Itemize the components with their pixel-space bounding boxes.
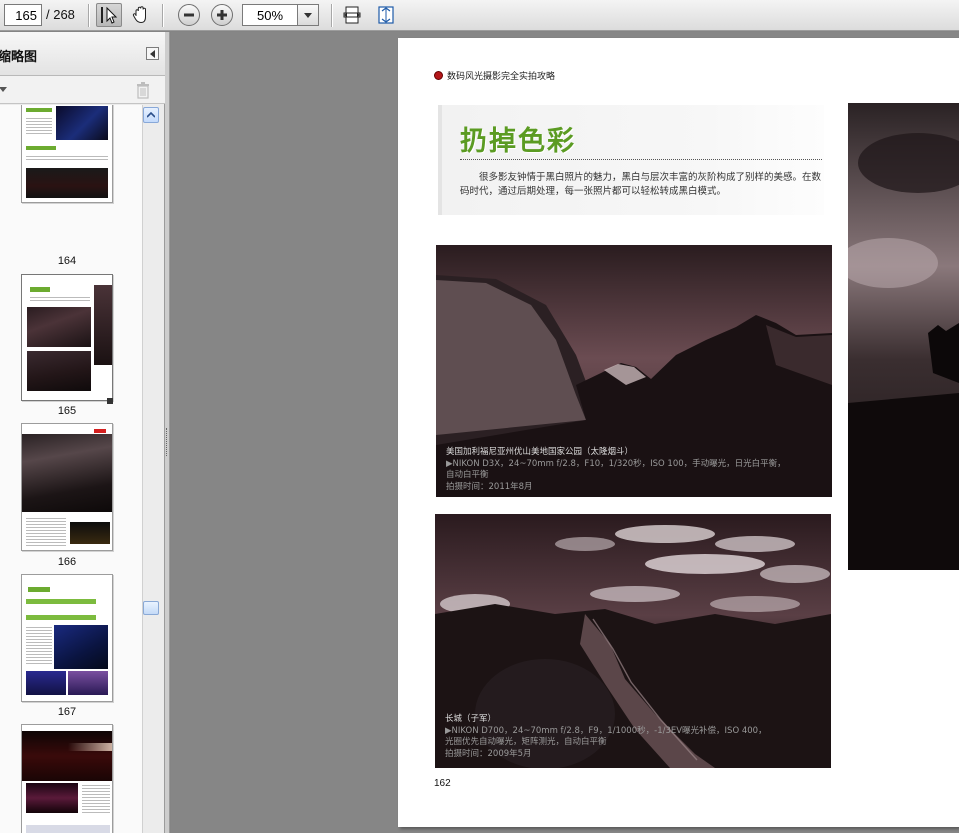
scroll-up-button[interactable] (143, 107, 159, 123)
toolbar-separator (162, 4, 163, 27)
document-view[interactable]: 数码风光摄影完全实拍攻略 扔掉色彩 很多影友钟情于黑白照片的魅力，黑白与层次丰富… (171, 32, 959, 833)
fit-page-icon (378, 6, 394, 24)
section-title: 扔掉色彩 (460, 126, 576, 157)
photo-great-wall: 长城（子军） ▶NIKON D700，24~70mm f/2.8，F9，1/10… (435, 514, 831, 768)
thumbnail-panel-title: 缩略图 (0, 50, 38, 65)
thumbnail-scrollbar[interactable] (142, 105, 159, 833)
photo-yosemite: 美国加利福尼亚州优山美地国家公园（太隆烟斗） ▶NIKON D3X，24~70m… (436, 245, 832, 497)
zoom-out-button[interactable] (178, 4, 200, 26)
toolbar: / 268 50% (0, 0, 959, 31)
photo-yosemite-caption: 美国加利福尼亚州优山美地国家公园（太隆烟斗） ▶NIKON D3X，24~70m… (446, 447, 786, 493)
pdf-page: 数码风光摄影完全实拍攻略 扔掉色彩 很多影友钟情于黑白照片的魅力，黑白与层次丰富… (398, 38, 959, 827)
fit-width-icon (343, 6, 361, 24)
thumbnail-panel: 缩略图 164 165 166 167 (0, 32, 165, 833)
chevron-down-icon (304, 13, 312, 18)
fit-page-button[interactable] (373, 3, 399, 27)
caption-title: 美国加利福尼亚州优山美地国家公园（太隆烟斗） (446, 447, 634, 457)
chevron-up-icon (147, 112, 155, 118)
caption-extra: 光圈优先自动曝光，矩阵测光，自动白平衡 (445, 737, 607, 747)
chevron-left-icon (150, 49, 155, 58)
zoom-out-icon (184, 13, 194, 17)
photo-great-wall-caption: 长城（子军） ▶NIKON D700，24~70mm f/2.8，F9，1/10… (445, 714, 767, 760)
thumbnail-panel-header: 缩略图 (0, 32, 165, 76)
caption-params: ▶NIKON D3X，24~70mm f/2.8，F10，1/320秒，ISO … (446, 458, 786, 469)
fit-width-button[interactable] (339, 3, 365, 27)
zoom-in-icon (217, 10, 227, 20)
running-header-text: 数码风光摄影完全实拍攻略 (447, 72, 556, 82)
trash-icon[interactable] (135, 81, 151, 99)
caption-date: 拍摄时间：2009年5月 (445, 748, 532, 759)
thumbnail-page-166[interactable] (21, 423, 113, 551)
thumbnail-page-165[interactable] (21, 274, 113, 401)
options-dropdown-icon[interactable] (0, 85, 7, 93)
zoom-level-field[interactable]: 50% (242, 4, 298, 26)
zoom-dropdown-button[interactable] (297, 4, 319, 26)
caption-title: 长城（子军） (445, 714, 497, 724)
caption-params: ▶NIKON D700，24~70mm f/2.8，F9，1/1000秒，-1/… (445, 725, 767, 736)
select-tool-icon (101, 6, 118, 24)
collapse-panel-button[interactable] (146, 47, 159, 60)
thumbnail-page-167[interactable] (21, 574, 113, 702)
page-total-label: / 268 (46, 7, 75, 22)
thumbnail-list: 164 165 166 167 (0, 105, 142, 833)
toolbar-separator (331, 4, 332, 27)
thumbnail-label: 167 (57, 706, 77, 718)
thumbnail-label: 166 (57, 556, 77, 568)
thumbnail-label: 164 (57, 255, 77, 267)
zoom-in-button[interactable] (211, 4, 233, 26)
thumbnail-page-164[interactable] (21, 105, 113, 203)
panel-splitter[interactable] (165, 32, 170, 833)
page-number-input[interactable] (4, 4, 42, 26)
caption-date: 拍摄时间：2011年8月 (446, 481, 533, 492)
hand-tool-icon (132, 6, 146, 24)
header-bullet-icon (434, 71, 443, 80)
select-tool-button[interactable] (96, 3, 122, 27)
hand-tool-button[interactable] (128, 3, 154, 27)
toolbar-separator (88, 4, 89, 27)
running-header: 数码风光摄影完全实拍攻略 (434, 69, 555, 82)
section-title-box: 扔掉色彩 很多影友钟情于黑白照片的魅力，黑白与层次丰富的灰阶构成了别样的美感。在… (438, 105, 824, 215)
thumbnail-toolbar (0, 76, 165, 104)
photo-right-partial (848, 103, 959, 570)
thumbnail-label: 165 (57, 405, 77, 417)
page-number: 162 (434, 778, 451, 789)
thumbnail-page-168[interactable] (21, 724, 113, 833)
section-description: 很多影友钟情于黑白照片的魅力，黑白与层次丰富的灰阶构成了别样的美感。在数码时代，… (460, 172, 822, 197)
caption-extra: 自动白平衡 (446, 470, 489, 480)
scrollbar-thumb[interactable] (143, 601, 159, 615)
